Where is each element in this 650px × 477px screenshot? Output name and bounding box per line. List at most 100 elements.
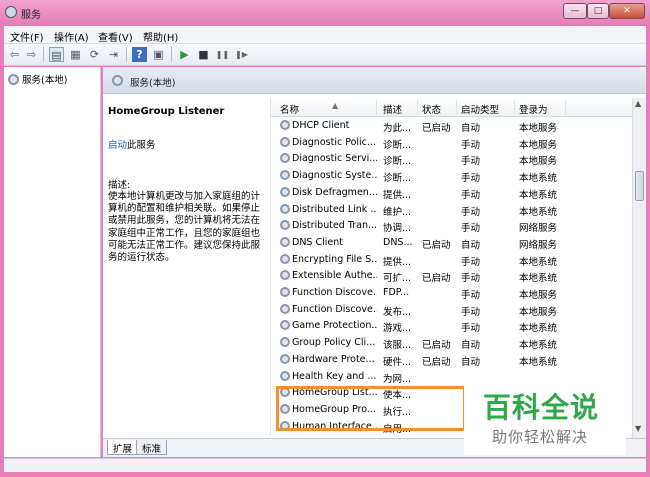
table-row[interactable]: Group Policy Cli... 该服... 已启动 自动 本地系统 [271,335,632,352]
menu-action[interactable]: 操作(A) [54,29,89,44]
menu-help[interactable]: 帮助(H) [143,29,178,44]
table-row[interactable]: Hardware Prote... 硬件... 已启动 自动 本地系统 [271,352,632,369]
gear-icon [280,236,290,247]
table-row[interactable]: Distributed Tran... 协调... 手动 网络服务 [271,218,632,235]
table-row[interactable]: Diagnostic Polic... 诊断... 手动 本地服务 [271,135,632,152]
service-startup-type: 手动 [461,189,481,201]
column-header-status[interactable]: 状态 [422,102,441,116]
maximize-button[interactable]: □ [587,3,609,19]
table-row[interactable]: Encrypting File S... 提供... 手动 本地系统 [271,252,632,269]
menu-file[interactable]: 文件(F) [10,29,44,44]
service-startup-type: 自动 [461,123,481,134]
watermark-subtitle: 助你轻松解决 [492,428,589,446]
service-description: 提供... [383,189,412,201]
table-row[interactable]: Distributed Link ... 维护... 手动 本地系统 [271,202,632,219]
play-icon[interactable]: ▶ [177,47,192,62]
description-panel: HomeGroup Listener 启动此服务 描述: 使本地计算机更改与加入… [103,95,265,435]
start-service-suffix: 此服务 [127,140,156,151]
tree-item-services-local[interactable]: 服务(本地) [8,72,67,86]
scroll-thumb[interactable] [635,171,644,201]
service-logon: 本地系统 [519,256,558,268]
service-name: DNS Client [292,236,343,248]
service-status: 已启动 [422,340,451,352]
service-description: 提供... [383,256,412,268]
toolbar: ⇦ ⇨ ▤ ▦ ⟳ ⇥ ? ▣ ▶ ■ ❚❚ ❚▶ [4,44,646,66]
service-logon: 网络服务 [519,239,558,251]
service-name: Distributed Link ... [292,203,377,215]
service-logon: 本地系统 [519,273,558,285]
stop-icon[interactable]: ■ [196,47,211,62]
export-icon[interactable]: ⇥ [106,47,121,62]
start-service-link[interactable]: 启动 [108,140,127,151]
gear-icon [280,220,290,231]
column-header-startup-type[interactable]: 启动类型 [461,102,499,116]
description-text: 使本地计算机更改与加入家庭组的计算机的配置和维护相关联。如果停止或禁用此服务，您… [108,191,261,264]
menu-view[interactable]: 查看(V) [98,29,133,44]
back-arrow-icon[interactable]: ⇦ [7,47,22,62]
service-name: Encrypting File S... [292,253,377,265]
window-title: 服务 [21,10,41,21]
description-label: 描述: [108,180,131,191]
service-startup-type: 手动 [461,273,481,285]
help-icon[interactable]: ? [132,47,147,62]
table-row[interactable]: Function Discove... FDP... 手动 本地服务 [271,285,632,302]
table-row[interactable]: DNS Client DNS... 已启动 自动 网络服务 [271,235,632,252]
gear-icon [280,170,290,181]
service-startup-type: 自动 [461,356,481,368]
table-row[interactable]: Diagnostic Servi... 诊断... 手动 本地服务 [271,151,632,168]
scroll-up-icon[interactable]: ▲ [635,99,641,108]
table-row[interactable]: Diagnostic Syste... 诊断... 手动 本地系统 [271,168,632,185]
table-row[interactable]: Function Discove... 发布... 手动 本地服务 [271,302,632,319]
tab-extended[interactable]: 扩展 [107,440,139,455]
service-logon: 本地系统 [519,356,558,368]
service-description: FDP... [383,287,410,298]
service-name: Diagnostic Polic... [292,136,376,148]
service-name: Extensible Authe... [292,270,377,282]
watermark-title: 百科全说 [483,391,600,424]
service-status: 已启动 [422,273,451,285]
service-startup-type: 手动 [461,256,481,268]
view-icon[interactable]: ▣ [151,47,166,62]
refresh-icon[interactable]: ⟳ [87,47,102,62]
gear-icon [280,120,290,130]
vertical-scrollbar[interactable]: ▲ ▼ [632,98,646,438]
gear-icon [280,186,290,197]
console-tree: 服务(本地) [4,67,101,457]
service-status: 已启动 [422,239,451,251]
service-startup-type: 手动 [461,290,481,301]
pause-icon[interactable]: ❚❚ [215,47,230,62]
forward-arrow-icon[interactable]: ⇨ [24,47,39,62]
highlight-box [276,386,466,431]
service-name: Game Protection... [292,320,377,332]
service-name: Disk Defragmen... [292,186,377,198]
service-name: Function Discove... [292,287,377,298]
table-row[interactable]: Game Protection... 游戏... 手动 本地系统 [271,318,632,335]
minimize-button[interactable]: — [563,3,587,19]
service-description: 协调... [383,223,412,235]
menu-bar: 文件(F) 操作(A) 查看(V) 帮助(H) [4,26,646,44]
restart-icon[interactable]: ❚▶ [234,47,249,62]
tab-standard[interactable]: 标准 [136,440,168,455]
service-logon: 本地系统 [519,206,558,218]
service-startup-type: 自动 [461,340,481,352]
show-tree-icon[interactable]: ▤ [49,47,64,62]
service-startup-type: 手动 [461,206,481,218]
close-button[interactable]: ✕ [609,3,645,19]
scroll-down-icon[interactable]: ▼ [635,424,641,433]
column-header-name[interactable]: 名称 ▲ [280,101,338,116]
service-name: Group Policy Cli... [292,337,376,349]
properties-icon[interactable]: ▦ [68,47,83,62]
service-description: 发布... [383,306,412,318]
watermark: 百科全说 助你轻松解决 [464,380,626,455]
service-logon: 本地系统 [519,173,558,185]
start-service-line: 启动此服务 [108,137,156,151]
table-row[interactable]: Disk Defragmen... 提供... 手动 本地系统 [271,185,632,202]
table-row[interactable]: Extensible Authe... 可扩... 已启动 手动 本地系统 [271,268,632,285]
service-description: 硬件... [383,356,412,368]
gear-icon [280,136,290,147]
column-header-logon[interactable]: 登录为 [519,102,548,116]
table-row[interactable]: DHCP Client 为此... 已启动 自动 本地服务 [271,118,632,135]
pane-title: 服务(本地) [130,78,176,89]
column-header-description[interactable]: 描述 [383,102,402,116]
service-startup-type: 自动 [461,239,481,251]
